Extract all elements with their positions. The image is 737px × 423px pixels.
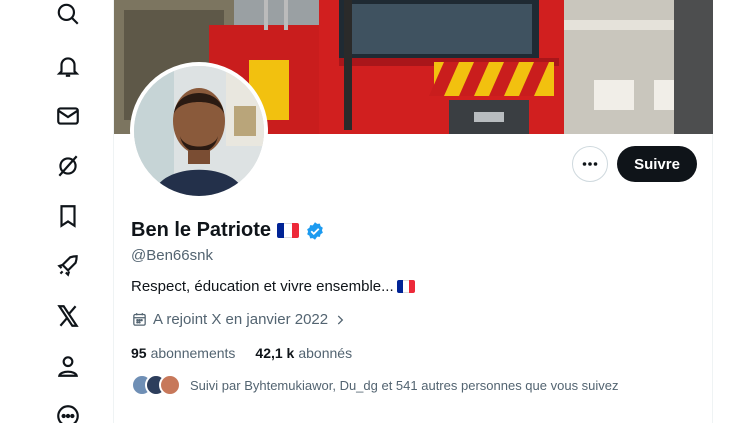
follow-stats: 95 abonnements 42,1 k abonnés (131, 345, 372, 361)
more-circle-icon (57, 405, 79, 423)
profile-bio: Respect, éducation et vivre ensemble... (131, 278, 415, 295)
profile-column: Suivre Ben le Patriote @Ben66snk Respect… (113, 0, 713, 423)
user-handle: @Ben66snk (131, 247, 213, 264)
followed-by-text: Suivi par Byhtemukiawor, Du_dg et 541 au… (190, 377, 619, 393)
name-row: Ben le Patriote (131, 219, 325, 242)
france-flag-icon (396, 280, 415, 293)
nav-messages[interactable] (44, 92, 92, 140)
follow-button[interactable]: Suivre (617, 146, 697, 182)
profile-avatar[interactable] (130, 62, 268, 200)
calendar-icon (133, 313, 146, 326)
nav-x-premium[interactable] (44, 292, 92, 340)
mail-icon (57, 107, 79, 125)
join-date[interactable]: A rejoint X en janvier 2022 (131, 311, 352, 328)
nav-grok[interactable] (44, 142, 92, 190)
followers-link[interactable]: 42,1 k abonnés (255, 345, 352, 361)
grok-icon (58, 155, 78, 177)
following-count: 95 (131, 345, 147, 361)
verified-badge-icon[interactable] (305, 221, 325, 241)
x-logo-icon (57, 305, 79, 327)
person-icon (58, 356, 78, 377)
avatar-image (134, 66, 264, 196)
nav-explore[interactable] (44, 0, 92, 38)
rocket-icon (57, 255, 78, 277)
more-actions-button[interactable] (572, 146, 608, 182)
bookmark-icon (60, 205, 76, 228)
nav-more[interactable] (44, 392, 92, 423)
following-link[interactable]: 95 abonnements (131, 345, 235, 361)
followers-you-know-avatars (131, 374, 185, 396)
search-icon (57, 3, 79, 25)
following-label: abonnements (150, 345, 236, 361)
display-name: Ben le Patriote (131, 219, 272, 241)
nav-premium[interactable] (44, 242, 92, 290)
join-date-text: A rejoint X en janvier 2022 (153, 311, 329, 328)
followers-count: 42,1 k (255, 345, 295, 361)
bell-icon (56, 57, 80, 77)
left-nav (0, 0, 113, 423)
france-flag-icon (277, 223, 300, 238)
bio-text: Respect, éducation et vivre ensemble... (131, 278, 394, 295)
followers-label: abonnés (298, 345, 353, 361)
nav-notifications[interactable] (44, 42, 92, 90)
chevron-right-icon (337, 314, 344, 325)
nav-profile[interactable] (44, 342, 92, 390)
avatar (159, 374, 181, 396)
more-horizontal-icon (582, 162, 598, 166)
nav-bookmarks[interactable] (44, 192, 92, 240)
followed-by-row[interactable]: Suivi par Byhtemukiawor, Du_dg et 541 au… (131, 374, 619, 396)
